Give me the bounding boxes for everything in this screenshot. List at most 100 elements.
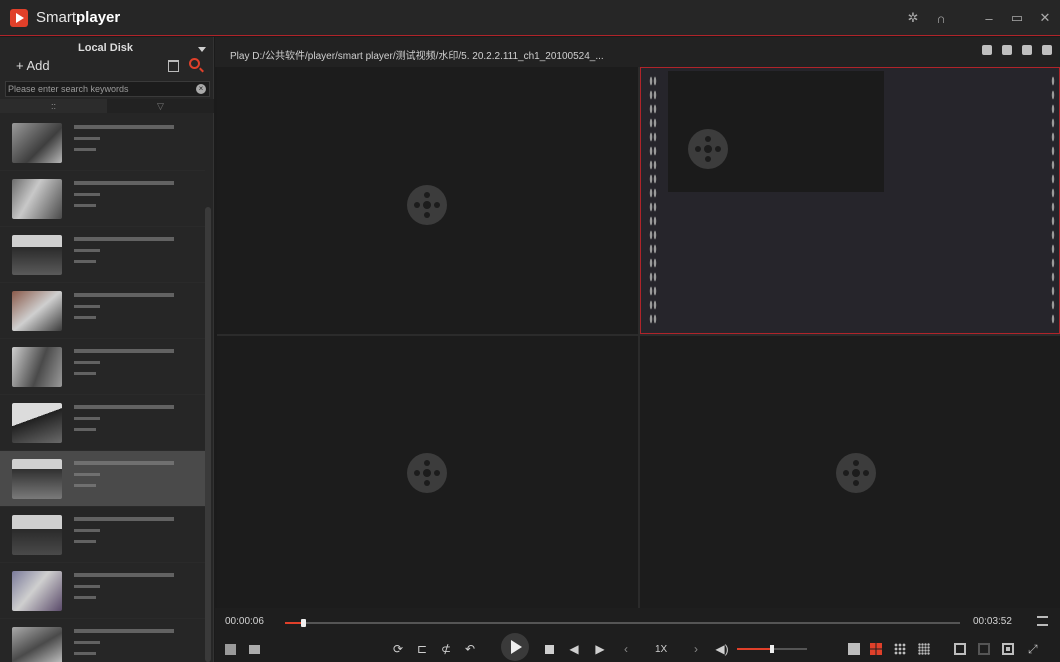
total-time: 00:03:52	[973, 616, 1012, 627]
tab-filter-view[interactable]: ▽	[107, 99, 214, 113]
file-path: Play D:/公共软件/player/smart player/测试视频/水印…	[230, 51, 604, 62]
file-meta	[74, 461, 174, 495]
clip-icon[interactable]	[223, 642, 237, 656]
chevron-down-icon[interactable]	[198, 47, 206, 52]
file-meta	[74, 405, 174, 439]
snapshot-icon[interactable]	[982, 45, 992, 55]
file-meta	[74, 629, 174, 662]
film-reel-icon	[688, 129, 728, 169]
video-thumbnail	[12, 571, 62, 611]
volume-level	[737, 648, 772, 650]
video-grid	[217, 67, 1060, 608]
segment-icon[interactable]: ⊏	[415, 642, 429, 656]
slower-button[interactable]: ‹	[621, 642, 631, 656]
video-thumbnail	[12, 123, 62, 163]
list-item[interactable]	[0, 395, 205, 451]
pointer-icon[interactable]	[1042, 45, 1052, 55]
snapshot-mode-icon[interactable]	[1002, 643, 1014, 655]
lock-icon[interactable]	[247, 642, 261, 656]
video-pane-1[interactable]	[217, 67, 638, 334]
list-item[interactable]	[0, 339, 205, 395]
video-thumbnail	[12, 627, 62, 662]
prev-frame-button[interactable]: ◀	[567, 642, 581, 656]
maximize-icon[interactable]: ▭	[1010, 10, 1024, 26]
video-thumbnail	[12, 347, 62, 387]
list-item[interactable]	[0, 451, 205, 507]
layout-1x1-icon[interactable]	[848, 643, 860, 655]
video-thumbnail	[12, 403, 62, 443]
sub-video-frame	[668, 71, 884, 192]
disk-selector[interactable]: Local Disk	[0, 37, 213, 57]
zoom-icon[interactable]	[1022, 45, 1032, 55]
app-logo-icon	[10, 8, 28, 27]
current-time: 00:00:06	[225, 616, 264, 627]
layout-3x3-icon[interactable]	[894, 643, 906, 655]
window-controls: ✲ ∩ – ▭ ✕	[906, 0, 1052, 36]
window-mode-icon[interactable]	[954, 643, 966, 655]
list-item[interactable]	[0, 507, 205, 563]
list-item[interactable]	[0, 619, 205, 662]
pip-icon[interactable]	[978, 643, 990, 655]
tab-grid-view[interactable]: ::	[0, 99, 107, 113]
video-pane-4[interactable]	[640, 336, 1060, 608]
ab-repeat-icon[interactable]: ⊄	[439, 642, 453, 656]
video-pane-2[interactable]	[640, 67, 1060, 334]
faster-button[interactable]: ›	[691, 642, 701, 656]
video-thumbnail	[12, 459, 62, 499]
path-bar: Play D:/公共软件/player/smart player/测试视频/水印…	[215, 37, 1060, 67]
rewind-icon[interactable]: ↶	[463, 642, 477, 656]
playback-controls: 00:00:06 00:03:52 ⟳ ⊏ ⊄ ↶ ◀ ▶ ‹ 1X › ◀) …	[215, 608, 1060, 662]
file-meta	[74, 573, 174, 607]
list-item[interactable]	[0, 227, 205, 283]
search-input[interactable]	[6, 82, 186, 96]
timeline-slider[interactable]	[285, 619, 960, 627]
fullscreen-icon[interactable]: ⤢	[1028, 643, 1040, 655]
app-title: Smartplayer	[36, 9, 121, 26]
minimize-icon[interactable]: –	[982, 11, 996, 26]
volume-slider[interactable]	[737, 645, 807, 653]
video-thumbnail	[12, 235, 62, 275]
timeline-handle[interactable]	[301, 619, 307, 627]
sidebar: Local Disk + Add × :: ▽	[0, 37, 214, 662]
file-meta	[74, 517, 174, 551]
file-meta	[74, 349, 174, 383]
file-meta	[74, 181, 174, 215]
stop-button[interactable]	[543, 642, 555, 656]
loop-icon[interactable]: ⟳	[391, 642, 405, 656]
list-item[interactable]	[0, 115, 205, 171]
watermark-dots	[1051, 74, 1055, 324]
record-icon[interactable]	[1002, 45, 1012, 55]
search-icon[interactable]	[189, 58, 200, 69]
play-button[interactable]	[501, 633, 529, 661]
add-button[interactable]: + Add	[16, 58, 50, 73]
sidebar-scrollbar[interactable]	[205, 207, 211, 662]
list-item[interactable]	[0, 171, 205, 227]
trash-icon[interactable]	[168, 60, 179, 72]
file-list	[0, 115, 205, 662]
video-thumbnail	[12, 515, 62, 555]
layout-4x4-icon[interactable]	[918, 643, 930, 655]
file-meta	[74, 293, 174, 327]
next-frame-button[interactable]: ▶	[593, 642, 607, 656]
view-tabs: :: ▽	[0, 99, 214, 113]
speed-label: 1X	[655, 644, 668, 655]
list-item[interactable]	[0, 563, 205, 619]
volume-handle[interactable]	[770, 645, 774, 653]
list-item[interactable]	[0, 283, 205, 339]
volume-icon[interactable]: ◀)	[715, 642, 729, 656]
watermark-dots	[649, 74, 657, 324]
video-thumbnail	[12, 291, 62, 331]
film-reel-icon	[407, 185, 447, 225]
disk-label: Local Disk	[78, 42, 134, 54]
file-meta	[74, 237, 174, 271]
headset-icon[interactable]: ∩	[934, 11, 948, 26]
film-reel-icon	[407, 453, 447, 493]
settings-icon[interactable]: ✲	[906, 10, 920, 26]
collapse-icon[interactable]	[1037, 616, 1048, 626]
layout-2x2-icon[interactable]	[870, 643, 882, 655]
close-icon[interactable]: ✕	[1038, 10, 1052, 26]
video-pane-3[interactable]	[217, 336, 638, 608]
clear-search-icon[interactable]: ×	[196, 84, 206, 94]
film-reel-icon	[836, 453, 876, 493]
search-box: ×	[5, 81, 210, 97]
